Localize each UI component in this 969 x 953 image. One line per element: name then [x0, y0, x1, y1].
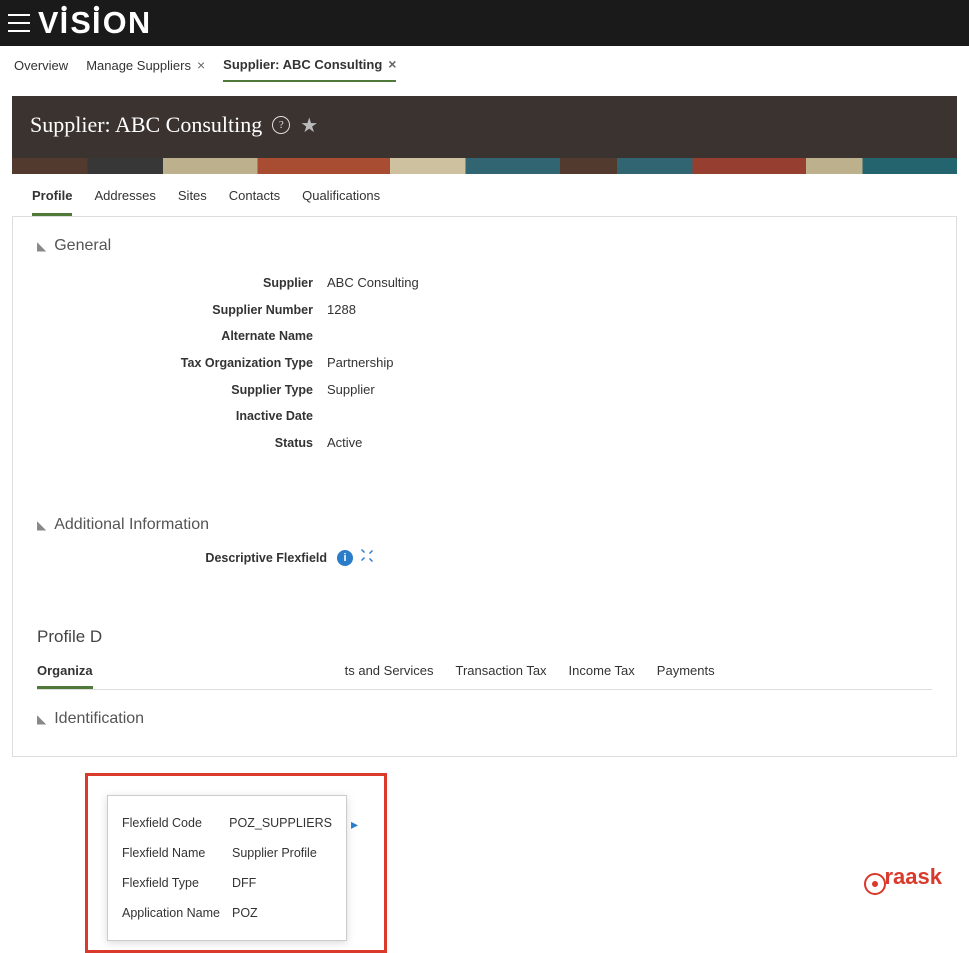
disclose-icon: ◣ [37, 518, 46, 532]
svg-text:V: V [38, 5, 59, 39]
workspace-tabs: Overview Manage Suppliers × Supplier: AB… [0, 46, 969, 82]
subtab-profile[interactable]: Profile [32, 188, 72, 216]
profile-details-heading: Profile D [37, 627, 932, 647]
detail-tab-organization[interactable]: Organiza [37, 663, 93, 689]
field-value: Partnership [327, 355, 393, 370]
detail-tab-transaction-tax[interactable]: Transaction Tax [456, 663, 547, 689]
popover-label: Application Name [122, 906, 232, 920]
field-value: Supplier [327, 382, 375, 397]
favorite-star-icon[interactable]: ★ [300, 113, 318, 138]
tab-label: Overview [14, 58, 68, 73]
page-title: Supplier: ABC Consulting ? ★ [30, 112, 939, 138]
field-supplier-number: Supplier Number 1288 [37, 296, 932, 323]
chevron-right-icon[interactable]: ▸ [351, 816, 358, 833]
tab-label: Supplier: ABC Consulting [223, 57, 382, 72]
popover-label: Flexfield Code [122, 816, 229, 830]
section-title: Additional Information [54, 516, 209, 534]
subtab-addresses[interactable]: Addresses [94, 188, 155, 216]
field-inactive-date: Inactive Date [37, 403, 932, 429]
detail-tab-income-tax[interactable]: Income Tax [569, 663, 635, 689]
field-label: Supplier [37, 276, 327, 290]
field-value: ABC Consulting [327, 275, 419, 290]
section-additional-info: ◣ Additional Information Descriptive Fle… [37, 516, 932, 567]
decorative-strip [12, 158, 957, 174]
page-wrap: Supplier: ABC Consulting ? ★ Profile Add… [0, 96, 969, 757]
field-supplier: Supplier ABC Consulting [37, 269, 932, 296]
subtab-qualifications[interactable]: Qualifications [302, 188, 380, 216]
detail-tab-products-services[interactable]: ts and Services [345, 663, 434, 689]
popover-row-name: Flexfield Name Supplier Profile [122, 838, 332, 868]
watermark-logo: raask [864, 864, 942, 892]
tab-label: Manage Suppliers [86, 58, 191, 73]
content-area: ◣ General Supplier ABC Consulting Suppli… [12, 217, 957, 757]
brand-logo[interactable]: V I S I O N [38, 4, 182, 43]
svg-text:O: O [103, 5, 128, 39]
field-status: Status Active [37, 429, 932, 456]
svg-text:N: N [128, 5, 151, 39]
detail-tab-payments[interactable]: Payments [657, 663, 715, 689]
tools-icon[interactable] [359, 548, 375, 567]
field-value: Active [327, 435, 362, 450]
profile-details-tabs: Organiza ts and Services Transaction Tax… [37, 663, 932, 690]
close-icon[interactable]: × [197, 57, 205, 73]
info-icon[interactable]: i [337, 550, 353, 566]
popover-value: DFF [232, 876, 256, 890]
section-title: Identification [54, 710, 144, 728]
tab-manage-suppliers[interactable]: Manage Suppliers × [86, 57, 205, 81]
popover-row-type: Flexfield Type DFF [122, 868, 332, 898]
disclose-icon: ◣ [37, 239, 46, 253]
watermark-text: raask [884, 864, 942, 889]
popover-row-code: Flexfield Code POZ_SUPPLIERS [122, 808, 332, 838]
popover-label: Flexfield Name [122, 846, 232, 860]
topbar: V I S I O N [0, 0, 969, 46]
field-supplier-type: Supplier Type Supplier [37, 376, 932, 403]
flexfield-label: Descriptive Flexfield [37, 551, 337, 565]
section-title: General [54, 237, 111, 255]
menu-icon[interactable] [8, 14, 30, 32]
popover-value: Supplier Profile [232, 846, 317, 860]
page-title-band: Supplier: ABC Consulting ? ★ [12, 96, 957, 158]
disclose-icon: ◣ [37, 712, 46, 726]
general-fields: Supplier ABC Consulting Supplier Number … [37, 269, 932, 456]
section-general-header[interactable]: ◣ General [37, 237, 932, 255]
field-label: Status [37, 436, 327, 450]
field-tax-org-type: Tax Organization Type Partnership [37, 349, 932, 376]
popover-label: Flexfield Type [122, 876, 232, 890]
field-value: 1288 [327, 302, 356, 317]
svg-text:S: S [70, 5, 91, 39]
popover-value: POZ_SUPPLIERS [229, 816, 332, 830]
watermark-ring-icon [864, 873, 886, 895]
page-title-text: Supplier: ABC Consulting [30, 112, 262, 138]
close-icon[interactable]: × [388, 56, 396, 72]
field-label: Supplier Number [37, 303, 327, 317]
tab-supplier-abc[interactable]: Supplier: ABC Consulting × [223, 56, 396, 82]
flexfield-info-popover: ▸ Flexfield Code POZ_SUPPLIERS Flexfield… [107, 795, 347, 941]
tab-overview[interactable]: Overview [14, 58, 68, 81]
field-alternate-name: Alternate Name [37, 323, 932, 349]
popover-row-app: Application Name POZ [122, 898, 332, 928]
help-icon[interactable]: ? [272, 116, 290, 134]
section-additional-header[interactable]: ◣ Additional Information [37, 516, 932, 534]
field-label: Alternate Name [37, 329, 327, 343]
field-label: Supplier Type [37, 383, 327, 397]
subtab-contacts[interactable]: Contacts [229, 188, 280, 216]
popover-value: POZ [232, 906, 258, 920]
descriptive-flexfield-row: Descriptive Flexfield i [37, 548, 932, 567]
field-label: Inactive Date [37, 409, 327, 423]
section-identification-header[interactable]: ◣ Identification [37, 710, 932, 728]
supplier-subtabs: Profile Addresses Sites Contacts Qualifi… [12, 174, 957, 217]
subtab-sites[interactable]: Sites [178, 188, 207, 216]
field-label: Tax Organization Type [37, 356, 327, 370]
